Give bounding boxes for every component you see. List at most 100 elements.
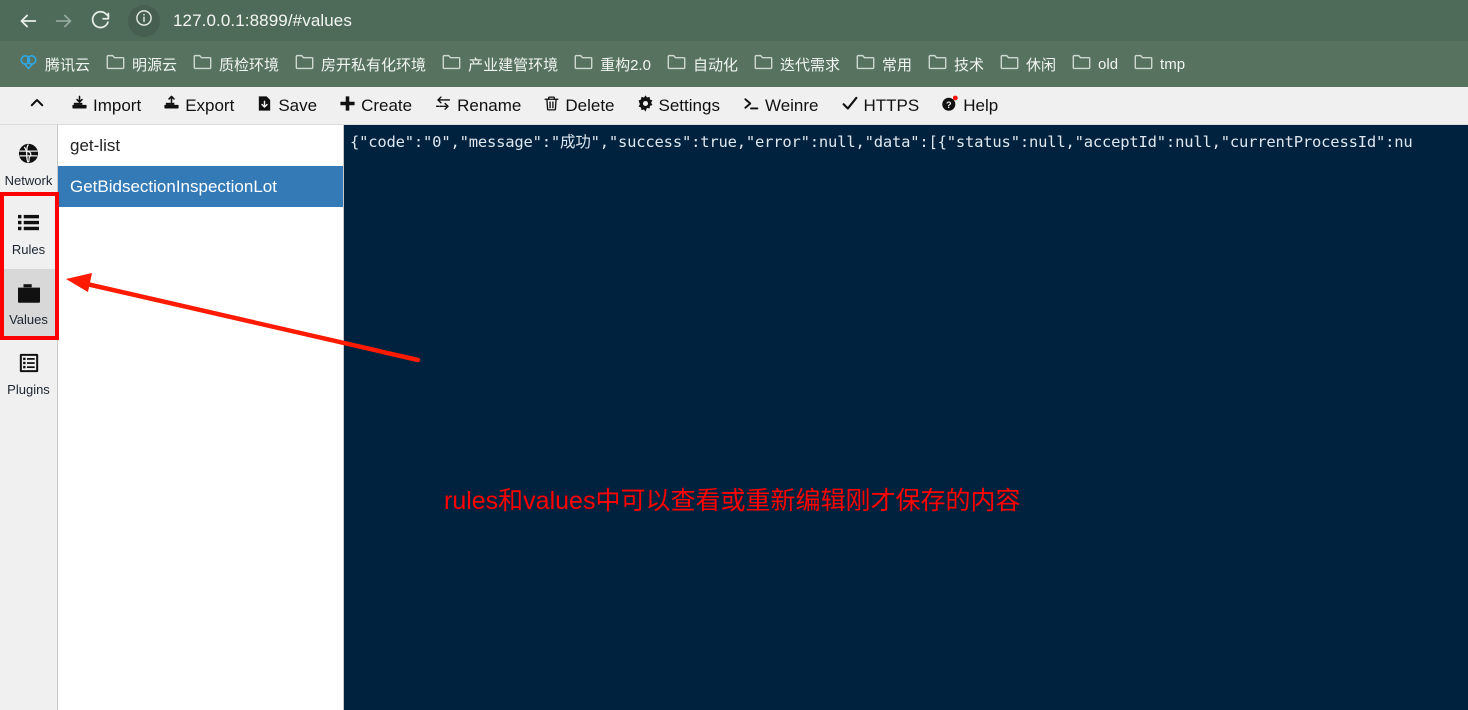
forward-button[interactable] xyxy=(46,3,82,39)
values-list-panel: get-list GetBidsectionInspectionLot xyxy=(58,125,344,710)
sidebar-item-label: Values xyxy=(9,311,48,327)
toolbar-item-label: Import xyxy=(93,95,142,115)
bookmark-label: old xyxy=(1098,55,1119,73)
folder-icon xyxy=(193,53,212,75)
arrow-left-icon xyxy=(17,10,39,32)
site-info-button[interactable] xyxy=(128,4,160,37)
bookmark-label: 重构2.0 xyxy=(600,56,651,74)
toolbar-item-label: Help xyxy=(963,95,999,115)
rename-button[interactable]: Rename xyxy=(423,87,532,125)
toolbar-item-label: Weinre xyxy=(764,95,819,115)
toolbar-item-label: Export xyxy=(185,95,235,115)
toolbar-item-label: Create xyxy=(361,95,413,115)
bookmark-diedai-xuqiu[interactable]: 迭代需求 xyxy=(747,48,847,80)
https-button[interactable]: HTTPS xyxy=(830,87,931,125)
help-button[interactable]: ? Help xyxy=(930,87,1009,125)
toolbar-item-label: Save xyxy=(278,95,318,115)
folder-icon xyxy=(856,53,875,75)
sidebar-item-label: Network xyxy=(4,172,53,188)
sidebar-item-rules[interactable]: Rules xyxy=(0,199,57,269)
sidebar-item-label: Rules xyxy=(11,241,46,257)
svg-text:?: ? xyxy=(946,99,952,109)
address-bar[interactable]: 127.0.0.1:8899/#values xyxy=(128,4,1458,37)
save-icon xyxy=(256,95,273,117)
chevron-up-icon xyxy=(28,94,46,117)
tencent-cloud-icon xyxy=(19,52,38,76)
bookmark-zhijian-huanjing[interactable]: 质检环境 xyxy=(186,48,286,80)
bookmark-chanye-jianguan-huanjing[interactable]: 产业建管环境 xyxy=(435,48,565,80)
reload-button[interactable] xyxy=(82,3,118,39)
editor-content[interactable]: {"code":"0","message":"成功","success":tru… xyxy=(344,125,1468,158)
folder-solid-icon xyxy=(17,283,41,307)
app-toolbar: Import Export Save Create Rename Delete … xyxy=(0,87,1468,125)
create-button[interactable]: Create xyxy=(328,87,423,125)
bookmark-changyong[interactable]: 常用 xyxy=(849,48,919,80)
plugins-icon xyxy=(18,352,40,377)
url-text[interactable]: 127.0.0.1:8899/#values xyxy=(173,11,352,31)
list-item-label: get-list xyxy=(70,135,121,155)
help-circle-icon: ? xyxy=(941,95,958,117)
list-item[interactable]: GetBidsectionInspectionLot xyxy=(58,166,343,207)
sidebar-item-label: Plugins xyxy=(7,382,50,397)
trash-icon xyxy=(543,95,560,117)
bookmark-label: 自动化 xyxy=(692,56,738,74)
bookmark-label: 腾讯云 xyxy=(45,56,91,74)
app-body: Network Rules Values Plugins get-list Ge… xyxy=(0,125,1468,710)
back-button[interactable] xyxy=(10,3,46,39)
sidebar-item-plugins[interactable]: Plugins xyxy=(0,339,57,409)
toolbar-item-label: Rename xyxy=(457,95,522,115)
browser-toolbar: 127.0.0.1:8899/#values xyxy=(0,0,1468,41)
folder-icon xyxy=(667,53,686,75)
import-button[interactable]: Import xyxy=(60,87,152,125)
collapse-toolbar-button[interactable] xyxy=(14,87,60,125)
bookmark-old[interactable]: old xyxy=(1065,48,1125,80)
bookmark-label: tmp xyxy=(1160,55,1186,73)
check-icon xyxy=(841,95,859,117)
list-item[interactable]: get-list xyxy=(58,125,343,166)
toolbar-item-label: Settings xyxy=(658,95,720,115)
annotation-text: rules和values中可以查看或重新编辑刚才保存的内容 xyxy=(444,487,1021,515)
folder-icon xyxy=(106,53,125,75)
bookmark-label: 产业建管环境 xyxy=(468,56,559,74)
folder-icon xyxy=(295,53,314,75)
bookmark-label: 房开私有化环境 xyxy=(321,56,427,74)
reload-icon xyxy=(90,10,111,31)
settings-button[interactable]: Settings xyxy=(626,87,731,125)
toolbar-item-label: Delete xyxy=(565,95,615,115)
folder-icon xyxy=(442,53,461,75)
left-icon-rail: Network Rules Values Plugins xyxy=(0,125,58,710)
list-item-label: GetBidsectionInspectionLot xyxy=(70,176,277,196)
toolbar-item-label: HTTPS xyxy=(863,95,920,115)
sidebar-item-values[interactable]: Values xyxy=(0,269,57,339)
delete-button[interactable]: Delete xyxy=(532,87,625,125)
sidebar-item-network[interactable]: Network xyxy=(0,129,57,199)
bookmark-label: 常用 xyxy=(881,56,912,74)
info-circle-icon xyxy=(135,9,153,32)
gear-icon xyxy=(637,94,654,117)
folder-icon xyxy=(754,53,773,75)
rename-icon xyxy=(434,95,452,117)
bookmark-fangkai-siyouhua-huanjing[interactable]: 房开私有化环境 xyxy=(288,48,433,80)
globe-icon xyxy=(17,142,40,168)
weinre-button[interactable]: Weinre xyxy=(731,87,830,125)
folder-icon xyxy=(928,53,947,75)
bookmark-jishu[interactable]: 技术 xyxy=(921,48,991,80)
bookmark-mingyuanyun[interactable]: 明源云 xyxy=(99,48,184,80)
value-editor[interactable]: {"code":"0","message":"成功","success":tru… xyxy=(344,125,1468,710)
save-button[interactable]: Save xyxy=(245,87,328,125)
terminal-icon xyxy=(742,95,760,117)
bookmark-tmp[interactable]: tmp xyxy=(1127,48,1192,80)
folder-icon xyxy=(1134,53,1153,75)
bookmark-zidonghua[interactable]: 自动化 xyxy=(660,48,745,80)
plus-icon xyxy=(339,95,356,117)
export-button[interactable]: Export xyxy=(152,87,245,125)
bookmark-label: 迭代需求 xyxy=(779,56,840,74)
bookmark-label: 质检环境 xyxy=(219,56,280,74)
bookmark-label: 休闲 xyxy=(1026,56,1057,74)
bookmark-chonggou-2-0[interactable]: 重构2.0 xyxy=(567,48,658,80)
folder-icon xyxy=(1000,53,1019,75)
bookmark-xiuxian[interactable]: 休闲 xyxy=(993,48,1063,80)
import-icon xyxy=(71,95,88,117)
bookmark-tencent-cloud[interactable]: 腾讯云 xyxy=(12,47,97,81)
arrow-right-icon xyxy=(53,10,75,32)
